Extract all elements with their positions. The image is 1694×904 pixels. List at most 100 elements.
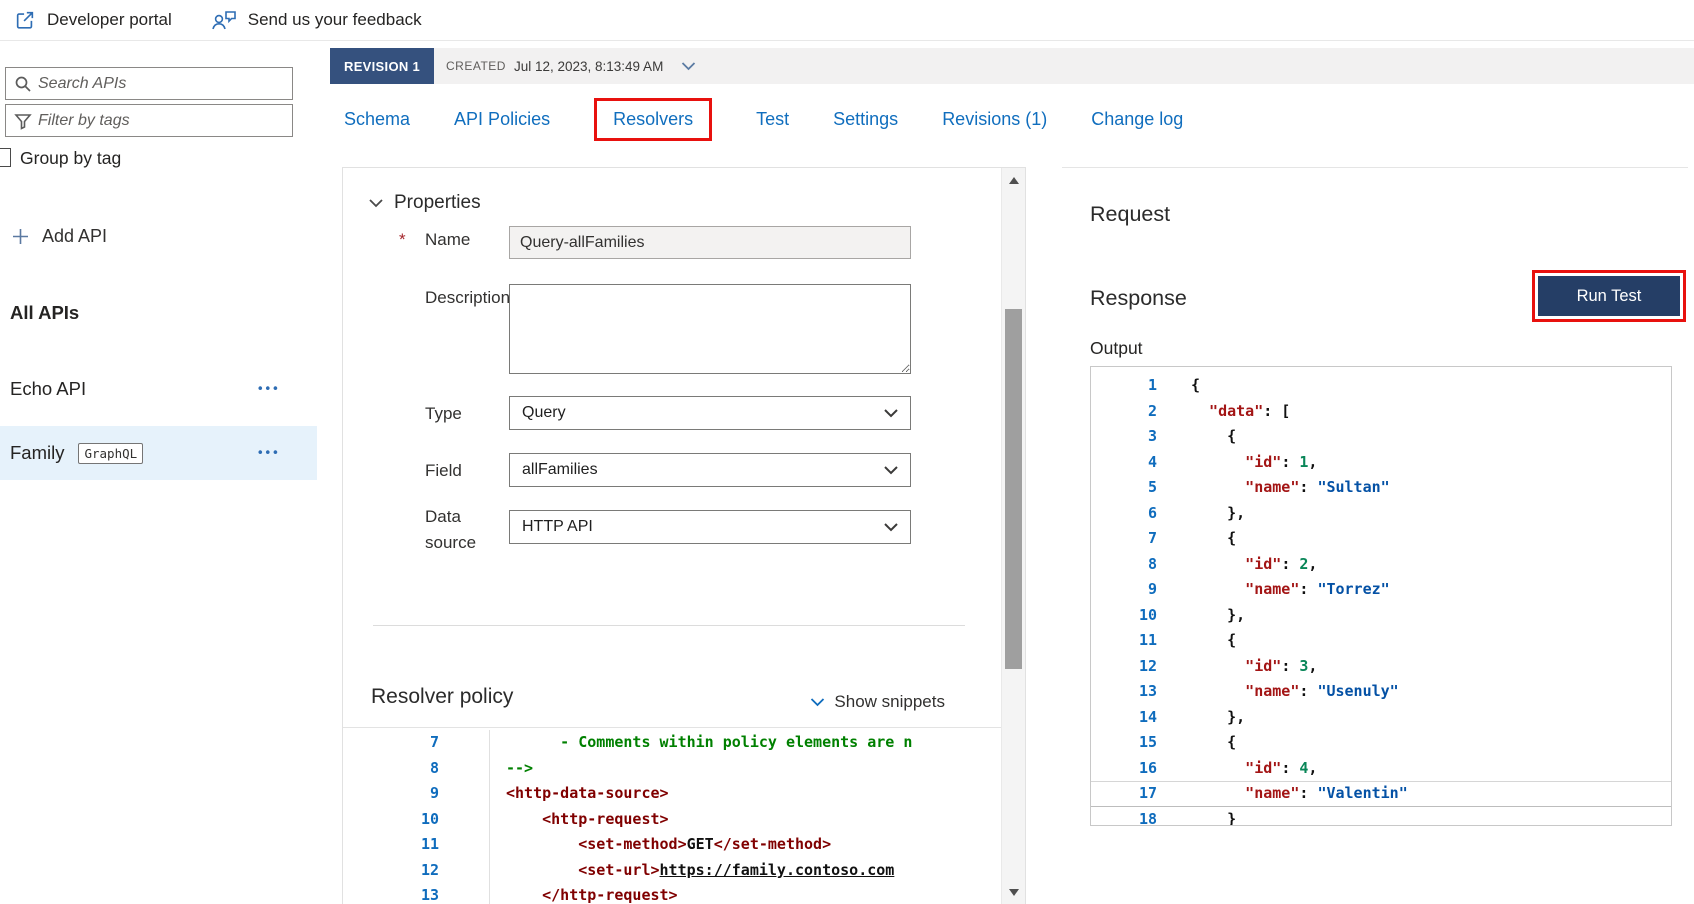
developer-portal-link[interactable]: Developer portal xyxy=(14,9,172,31)
resolver-properties-panel: Properties * Name Description Type Query… xyxy=(342,167,1026,904)
code-text: "id": 4, xyxy=(1191,758,1318,777)
data-source-select[interactable]: HTTP API xyxy=(509,510,911,544)
code-line-9: 9 "name": "Torrez" xyxy=(1091,577,1671,603)
apim-resolvers-page: Developer portal Send us your feedback S… xyxy=(0,0,1694,904)
policy-code-editor[interactable]: 7 - Comments within policy elements are … xyxy=(343,727,1001,904)
code-line-18: 18 } xyxy=(1091,807,1671,826)
code-line-14: 14 }, xyxy=(1091,705,1671,731)
active-tab-highlight-box: Resolvers xyxy=(594,97,713,141)
show-snippets-label: Show snippets xyxy=(834,692,945,711)
properties-section-toggle[interactable]: Properties xyxy=(369,192,481,214)
request-heading: Request xyxy=(1090,202,1171,226)
search-apis-input[interactable] xyxy=(32,74,292,93)
revision-created-strip: CREATED Jul 12, 2023, 8:13:49 AM xyxy=(434,48,1694,84)
scrollbar-thumb[interactable] xyxy=(1005,309,1022,669)
api-name: Family xyxy=(10,442,65,463)
line-number: 16 xyxy=(1138,758,1157,777)
code-text: <set-url>https://family.contoso.com xyxy=(506,860,895,879)
code-text: } xyxy=(1191,809,1237,826)
feedback-link[interactable]: Send us your feedback xyxy=(210,9,422,32)
tab-api-policies[interactable]: API Policies xyxy=(454,109,550,130)
created-label: CREATED xyxy=(446,59,506,73)
tab-schema[interactable]: Schema xyxy=(344,109,410,130)
description-field[interactable] xyxy=(509,284,911,374)
api-item-echo-api[interactable]: Echo API ••• xyxy=(0,362,317,416)
filter-tags-input[interactable] xyxy=(32,111,292,130)
required-marker: * xyxy=(399,230,406,249)
code-text: "id": 1, xyxy=(1191,452,1318,471)
show-snippets-button[interactable]: Show snippets xyxy=(810,692,945,712)
group-by-tag-checkbox[interactable] xyxy=(0,148,11,167)
data-source-select-value: HTTP API xyxy=(522,518,593,535)
panel-scrollbar[interactable] xyxy=(1001,168,1025,904)
code-line-15: 15 { xyxy=(1091,730,1671,756)
line-number: 5 xyxy=(1147,478,1157,496)
code-text: "data": [ xyxy=(1191,401,1291,420)
filter-icon xyxy=(14,112,32,130)
revision-tab[interactable]: REVISION 1 xyxy=(330,48,434,84)
code-text: "name": "Sultan" xyxy=(1191,478,1390,496)
line-number: 12 xyxy=(1138,656,1157,675)
code-line-5: 5 "name": "Sultan" xyxy=(1091,475,1671,501)
api-list: Echo API ••• Family GraphQL ••• xyxy=(0,362,317,490)
code-text: </http-request> xyxy=(506,886,678,904)
code-text: <http-request> xyxy=(506,809,669,828)
line-number: 3 xyxy=(1147,427,1157,445)
field-select[interactable]: allFamilies xyxy=(509,453,911,487)
api-context-menu-icon[interactable]: ••• xyxy=(258,380,281,395)
code-line-7: 7 - Comments within policy elements are … xyxy=(343,730,1001,756)
add-api-button[interactable]: Add API xyxy=(12,226,107,247)
code-text: --> xyxy=(506,758,534,777)
properties-section-title: Properties xyxy=(394,192,481,213)
api-tab-bar: Schema API Policies Resolvers Test Settings R… xyxy=(330,94,1183,144)
type-select-value: Query xyxy=(522,404,566,421)
code-text: "name": "Valentin" xyxy=(1191,784,1408,802)
type-select[interactable]: Query xyxy=(509,396,911,430)
tab-change-log[interactable]: Change log xyxy=(1091,109,1183,130)
line-number: 15 xyxy=(1138,733,1157,751)
chevron-down-icon xyxy=(369,198,383,208)
api-context-menu-icon[interactable]: ••• xyxy=(258,444,281,459)
tab-settings[interactable]: Settings xyxy=(833,109,898,130)
field-select-value: allFamilies xyxy=(522,461,598,478)
code-line-3: 3 { xyxy=(1091,424,1671,450)
data-source-label: Data source xyxy=(425,507,477,552)
line-number: 14 xyxy=(1138,707,1157,726)
output-label: Output xyxy=(1090,338,1143,358)
revision-dropdown-chevron-icon[interactable] xyxy=(681,61,696,71)
name-field[interactable] xyxy=(509,226,911,259)
line-number: 8 xyxy=(1147,554,1157,573)
output-code-viewer[interactable]: 1{2 "data": [3 {4 "id": 1, 5 "name": "Sul… xyxy=(1090,366,1672,826)
line-number: 17 xyxy=(1138,784,1157,802)
scroll-up-icon[interactable] xyxy=(1002,168,1026,192)
line-number: 7 xyxy=(1147,529,1157,547)
field-label: Field xyxy=(425,461,462,480)
group-by-tag-label: Group by tag xyxy=(20,148,122,168)
line-number: 11 xyxy=(343,832,490,858)
api-item-family[interactable]: Family GraphQL ••• xyxy=(0,426,317,480)
tab-test[interactable]: Test xyxy=(756,109,789,130)
chevron-down-icon xyxy=(884,408,898,418)
code-text: { xyxy=(1191,427,1237,445)
tab-resolvers[interactable]: Resolvers xyxy=(613,109,693,130)
code-text: <http-data-source> xyxy=(506,784,669,802)
line-number: 10 xyxy=(1138,605,1157,624)
code-line-12: 12 "id": 3, xyxy=(1091,654,1671,680)
code-line-10: 10 }, xyxy=(1091,603,1671,629)
code-text: { xyxy=(1191,529,1237,547)
line-number: 18 xyxy=(1138,809,1157,826)
code-text: { xyxy=(1191,631,1237,649)
code-line-16: 16 "id": 4, xyxy=(1091,756,1671,782)
code-text: }, xyxy=(1191,707,1246,726)
scroll-down-icon[interactable] xyxy=(1002,880,1026,904)
code-text: }, xyxy=(1191,605,1246,624)
line-number: 9 xyxy=(1147,580,1157,598)
code-line-17: 17 "name": "Valentin" xyxy=(1091,781,1671,807)
add-api-label: Add API xyxy=(42,226,108,246)
code-line-10: 10 <http-request> xyxy=(343,806,1001,832)
code-text: - Comments within policy elements are n xyxy=(506,733,913,751)
tab-revisions-1[interactable]: Revisions (1) xyxy=(942,109,1047,130)
response-heading: Response xyxy=(1090,286,1187,310)
run-test-button[interactable]: Run Test xyxy=(1538,276,1680,316)
plus-icon xyxy=(12,228,29,245)
